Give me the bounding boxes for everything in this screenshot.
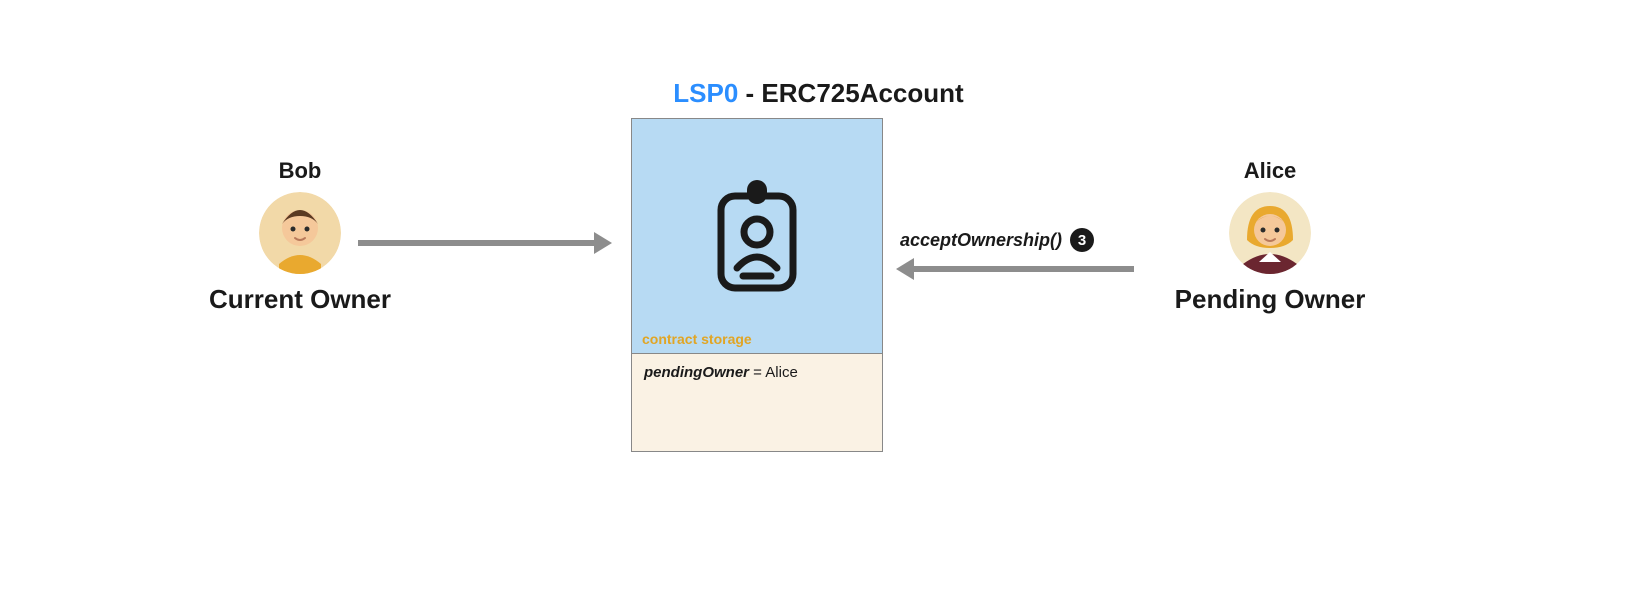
call-label: acceptOwnership() 3 xyxy=(900,228,1094,252)
id-card-icon xyxy=(709,176,805,296)
arrow-alice-to-contract xyxy=(912,266,1134,272)
actor-bob: Bob Current Owner xyxy=(200,158,400,315)
actor-role-alice: Pending Owner xyxy=(1175,284,1366,315)
actor-role-bob: Current Owner xyxy=(209,284,391,315)
title-suffix: - ERC725Account xyxy=(738,78,963,108)
pending-owner-equals: = xyxy=(749,364,765,381)
contract-box: contract storage pendingOwner = Alice xyxy=(631,118,883,452)
contract-icon-area: contract storage xyxy=(632,119,882,353)
contract-storage-row: pendingOwner = Alice xyxy=(632,353,882,451)
title-prefix: LSP0 xyxy=(673,78,738,108)
actor-alice: Alice Pending Owner xyxy=(1160,158,1380,315)
actor-name-bob: Bob xyxy=(279,158,322,184)
pending-owner-key: pendingOwner xyxy=(644,364,749,381)
actor-name-alice: Alice xyxy=(1244,158,1297,184)
diagram-title: LSP0 - ERC725Account xyxy=(673,78,963,109)
avatar-alice-icon xyxy=(1229,192,1311,274)
call-text: acceptOwnership() xyxy=(900,230,1062,251)
avatar-bob xyxy=(259,192,341,274)
avatar-bob-icon xyxy=(259,192,341,274)
storage-label: contract storage xyxy=(642,331,752,347)
arrow-bob-to-contract xyxy=(358,240,596,246)
step-badge: 3 xyxy=(1070,228,1094,252)
avatar-alice xyxy=(1229,192,1311,274)
pending-owner-value: Alice xyxy=(765,364,798,381)
